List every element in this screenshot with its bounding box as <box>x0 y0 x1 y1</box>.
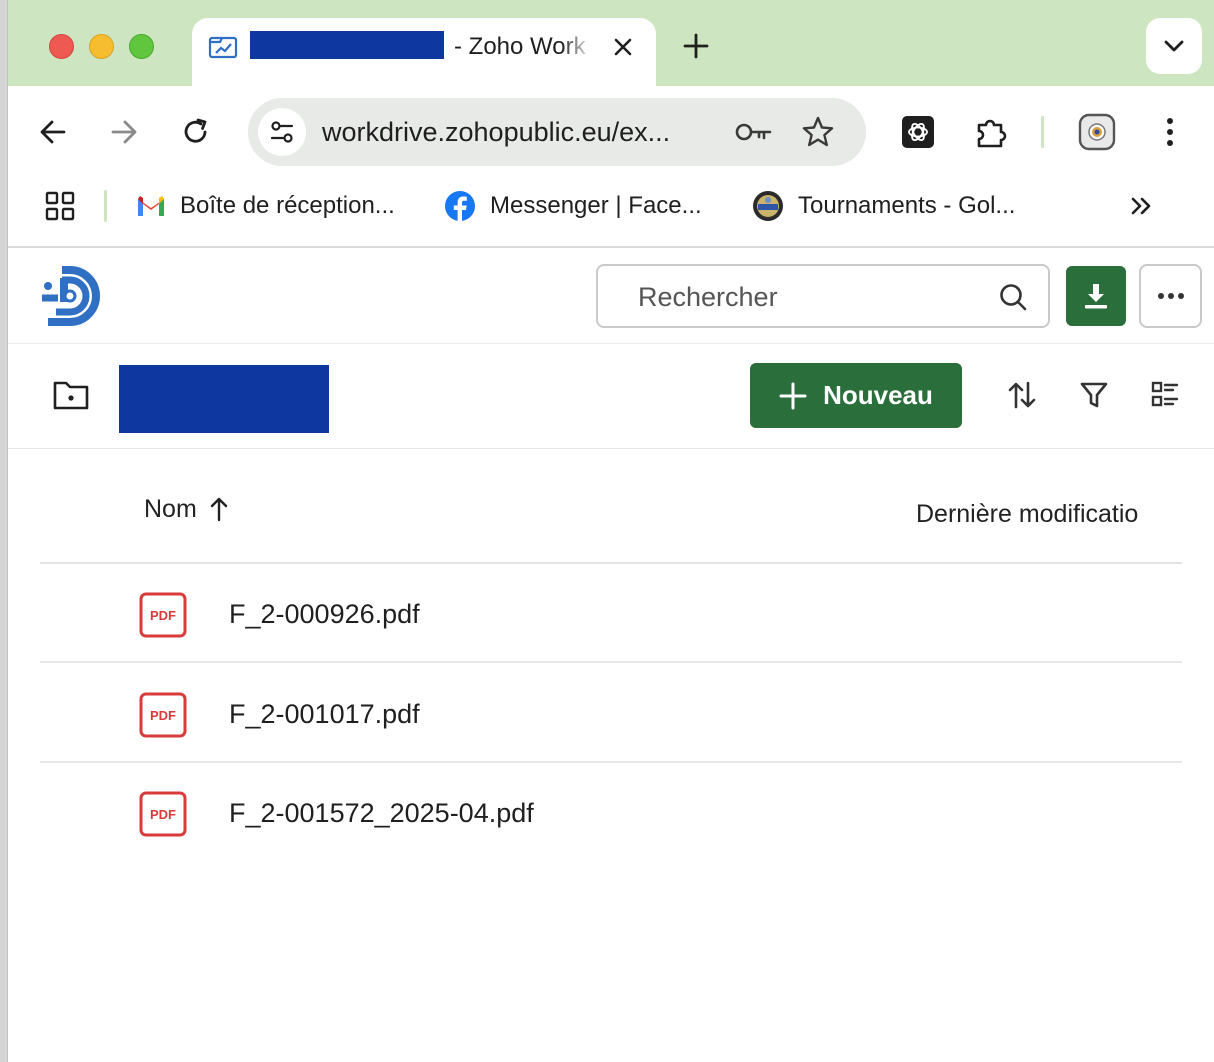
pdf-badge-text: PDF <box>150 807 176 822</box>
site-info-icon <box>270 121 294 143</box>
tab-title: - Zoho Work <box>454 33 586 60</box>
workdrive-favicon <box>208 36 238 59</box>
reload-icon <box>184 118 207 143</box>
back-button[interactable] <box>33 112 73 152</box>
new-tab-icon[interactable] <box>680 30 712 62</box>
file-row[interactable]: PDF F_2-001572_2025-04.pdf <box>40 763 1182 862</box>
apps-button[interactable] <box>40 186 80 226</box>
window-left-edge <box>0 0 8 1062</box>
pdf-file-icon: PDF <box>139 692 187 738</box>
file-row[interactable]: PDF F_2-000926.pdf <box>40 564 1182 663</box>
sort-button[interactable] <box>1003 376 1041 414</box>
file-name[interactable]: F_2-001017.pdf <box>229 696 420 732</box>
facebook-icon <box>445 191 475 221</box>
plus-icon <box>779 382 807 409</box>
download-button[interactable] <box>1066 266 1126 326</box>
file-name[interactable]: F_2-001572_2025-04.pdf <box>229 795 534 831</box>
new-button[interactable]: Nouveau <box>750 363 962 428</box>
extensions-button[interactable] <box>971 112 1011 152</box>
browser-tab-active[interactable]: - Zoho Work <box>192 18 656 86</box>
forward-button[interactable] <box>104 112 144 152</box>
redacted-tab-title <box>250 31 444 59</box>
browser-menu-icon <box>1167 118 1173 146</box>
profile-button[interactable] <box>1077 112 1117 152</box>
filter-button[interactable] <box>1075 376 1113 414</box>
tab-search-button[interactable] <box>1146 18 1202 74</box>
pdf-file-icon: PDF <box>139 592 187 638</box>
sort-ascending-arrow-icon <box>210 497 227 522</box>
gmail-icon <box>138 196 164 216</box>
chatgpt-extension-button[interactable] <box>898 112 938 152</box>
view-toggle-button[interactable] <box>1146 376 1184 414</box>
bookmark-messenger[interactable]: Messenger | Face... <box>444 188 702 224</box>
address-bar[interactable]: workdrive.zohopublic.eu/ex... <box>248 98 866 166</box>
download-icon <box>1085 284 1107 309</box>
toolbar-separator <box>1041 116 1044 148</box>
filter-funnel-icon <box>1080 382 1108 408</box>
extensions-puzzle-icon <box>977 119 1007 148</box>
column-name-label: Nom <box>144 494 197 523</box>
more-options-button[interactable] <box>1139 264 1202 328</box>
reload-button[interactable] <box>176 112 216 152</box>
bookmark-label: Boîte de réception... <box>180 192 395 219</box>
bookmarks-separator <box>104 190 107 222</box>
window-maximize-button[interactable] <box>129 34 154 59</box>
tab-close-icon[interactable] <box>610 34 636 60</box>
double-chevron-right-icon <box>1131 197 1151 215</box>
chatgpt-extension-icon <box>902 116 934 148</box>
bookmark-label: Tournaments - Gol... <box>798 192 1016 219</box>
password-key-icon[interactable] <box>734 116 774 148</box>
search-input[interactable] <box>638 278 978 316</box>
browser-menu-button[interactable] <box>1150 112 1190 152</box>
profile-avatar-icon <box>1078 113 1116 151</box>
folder-icon <box>53 381 89 410</box>
file-row[interactable]: PDF F_2-001017.pdf <box>40 664 1182 763</box>
workdrive-logo-icon[interactable] <box>40 264 104 328</box>
file-name[interactable]: F_2-000926.pdf <box>229 596 420 632</box>
list-view-icon <box>1151 381 1179 407</box>
bookmark-star-icon[interactable] <box>800 114 836 150</box>
back-icon <box>40 120 66 144</box>
apps-grid-icon <box>45 191 75 221</box>
column-header-name[interactable]: Nom <box>144 492 229 526</box>
golf-club-icon <box>753 191 783 221</box>
redacted-folder-name <box>119 365 329 433</box>
search-icon[interactable] <box>998 282 1028 312</box>
bookmark-gmail[interactable]: Boîte de réception... <box>136 188 395 224</box>
more-horizontal-icon <box>1157 293 1184 299</box>
window-close-button[interactable] <box>49 34 74 59</box>
pdf-badge-text: PDF <box>150 708 176 723</box>
bookmark-label: Messenger | Face... <box>490 192 702 219</box>
url-text[interactable]: workdrive.zohopublic.eu/ex... <box>322 114 714 150</box>
window-minimize-button[interactable] <box>89 34 114 59</box>
forward-icon <box>111 120 137 144</box>
chevron-down-icon <box>1164 40 1184 52</box>
bookmark-tournaments[interactable]: Tournaments - Gol... <box>752 188 1015 224</box>
column-header-last-modified[interactable]: Dernière modificatio <box>916 497 1162 531</box>
sort-arrows-icon <box>1008 381 1036 409</box>
more-bookmarks-button[interactable] <box>1122 186 1162 226</box>
new-button-label: Nouveau <box>823 380 933 410</box>
pdf-badge-text: PDF <box>150 608 176 623</box>
site-info-button[interactable] <box>258 108 306 156</box>
search-box[interactable] <box>596 264 1050 328</box>
pdf-file-icon: PDF <box>139 791 187 837</box>
